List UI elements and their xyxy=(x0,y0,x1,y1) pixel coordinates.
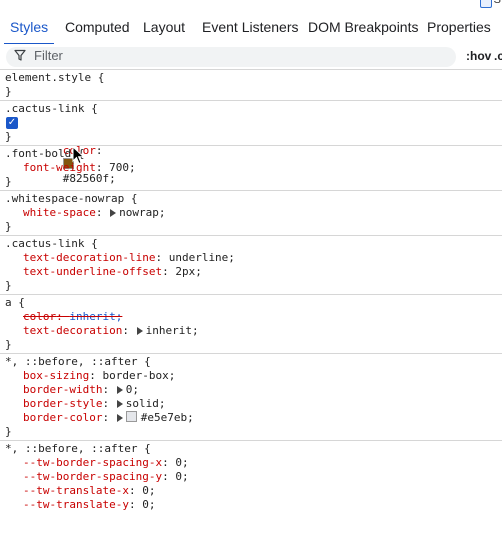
property-line-overridden: color: inherit; xyxy=(23,310,123,323)
property-name[interactable]: border-width xyxy=(23,383,102,396)
property-name[interactable]: border-style xyxy=(23,397,102,410)
property-enable-checkbox[interactable]: ✓ xyxy=(6,117,18,129)
property-name[interactable]: white-space xyxy=(23,206,96,219)
color-swatch[interactable] xyxy=(125,411,137,422)
property-line: ✓ color: #82560f; xyxy=(6,117,116,185)
style-rule: *, ::before, ::after { --tw-border-spaci… xyxy=(0,441,502,513)
property-line: --tw-translate-y: 0; xyxy=(23,498,156,511)
property-line: border-color: #e5e7eb; xyxy=(23,411,194,424)
property-name[interactable]: border-color xyxy=(23,411,102,424)
property-name[interactable]: --tw-translate-x xyxy=(23,484,129,497)
property-line: white-space: nowrap; xyxy=(23,206,166,219)
tab-computed[interactable]: Computed xyxy=(65,10,130,44)
rule-close-brace: } xyxy=(5,279,12,292)
property-value[interactable]: inherit; xyxy=(146,324,199,337)
rule-selector[interactable]: element.style { xyxy=(0,71,502,85)
rule-selector[interactable]: a { xyxy=(0,296,502,310)
rule-selector[interactable]: .cactus-link { xyxy=(0,102,502,116)
filter-placeholder: Filter xyxy=(34,48,63,63)
property-value[interactable]: #e5e7eb; xyxy=(141,411,194,424)
style-rule: .whitespace-nowrap { white-space: nowrap… xyxy=(0,191,502,236)
rule-close-brace: } xyxy=(5,175,12,188)
property-line: --tw-translate-x: 0; xyxy=(23,484,156,497)
property-line: text-decoration-line: underline; xyxy=(23,251,235,264)
property-value[interactable]: underline; xyxy=(169,251,235,264)
rule-close-brace: } xyxy=(5,85,12,98)
property-line: border-width: 0; xyxy=(23,383,139,396)
mouse-cursor-icon xyxy=(72,146,85,165)
filter-bar: Filter :hov .c xyxy=(0,44,502,70)
property-name[interactable]: --tw-border-spacing-x xyxy=(23,456,162,469)
styles-rules-pane: element.style { } .cactus-link { ✓ color… xyxy=(0,70,502,513)
rule-selector[interactable]: .whitespace-nowrap { xyxy=(0,192,502,206)
rule-selector[interactable]: *, ::before, ::after { xyxy=(0,442,502,456)
filter-icon xyxy=(14,49,26,61)
property-line: box-sizing: border-box; xyxy=(23,369,176,382)
property-value[interactable]: 0; xyxy=(142,498,155,511)
property-value[interactable]: 0; xyxy=(175,470,188,483)
property-name[interactable]: text-decoration-line xyxy=(23,251,155,264)
devtools-tab-bar: Styles Computed Layout Event Listeners D… xyxy=(0,10,502,45)
property-value[interactable]: inherit; xyxy=(69,310,122,323)
tab-styles[interactable]: Styles xyxy=(3,10,55,45)
rule-close-brace: } xyxy=(5,220,12,233)
property-line: text-underline-offset: 2px; xyxy=(23,265,202,278)
window-top-strip: S xyxy=(0,0,502,10)
property-name[interactable]: --tw-border-spacing-y xyxy=(23,470,162,483)
tab-dom-breakpoints[interactable]: DOM Breakpoints xyxy=(308,10,418,44)
property-name[interactable]: text-underline-offset xyxy=(23,265,162,278)
rule-close-brace: } xyxy=(5,338,12,351)
property-name[interactable]: text-decoration xyxy=(23,324,122,337)
style-rule: a { color: inherit; text-decoration: inh… xyxy=(0,295,502,354)
expand-triangle-icon[interactable] xyxy=(116,400,123,408)
style-rule: *, ::before, ::after { box-sizing: borde… xyxy=(0,354,502,441)
style-rule: element.style { } xyxy=(0,70,502,101)
property-name[interactable]: box-sizing xyxy=(23,369,89,382)
property-line: --tw-border-spacing-y: 0; xyxy=(23,470,189,483)
property-value[interactable]: solid; xyxy=(126,397,166,410)
class-toggle[interactable]: .c xyxy=(494,46,502,66)
property-value[interactable]: 0; xyxy=(175,456,188,469)
property-line: text-decoration: inherit; xyxy=(23,324,199,337)
rule-selector[interactable]: .cactus-link { xyxy=(0,237,502,251)
expand-triangle-icon[interactable] xyxy=(110,209,117,217)
expand-triangle-icon[interactable] xyxy=(116,414,123,422)
top-strip-label: S xyxy=(493,0,501,6)
expand-triangle-icon[interactable] xyxy=(136,327,143,335)
expand-triangle-icon[interactable] xyxy=(116,386,123,394)
property-value[interactable]: 700; xyxy=(109,161,136,174)
rule-close-brace: } xyxy=(5,425,12,438)
property-line: border-style: solid; xyxy=(23,397,166,410)
hover-state-toggle[interactable]: :hov xyxy=(466,46,491,66)
filter-input[interactable] xyxy=(6,47,456,67)
property-line: --tw-border-spacing-x: 0; xyxy=(23,456,189,469)
property-value[interactable]: 0; xyxy=(142,484,155,497)
property-value[interactable]: nowrap; xyxy=(119,206,165,219)
rule-selector[interactable]: *, ::before, ::after { xyxy=(0,355,502,369)
panel-icon xyxy=(480,0,492,8)
rule-close-brace: } xyxy=(5,130,12,143)
property-value[interactable]: 2px; xyxy=(175,265,202,278)
tab-properties[interactable]: Properties xyxy=(427,10,491,44)
style-rule: .cactus-link { ✓ color: #82560f; } xyxy=(0,101,502,185)
property-value[interactable]: 0; xyxy=(126,383,139,396)
tab-event-listeners[interactable]: Event Listeners xyxy=(202,10,299,44)
property-name[interactable]: color xyxy=(23,310,56,323)
property-value[interactable]: border-box; xyxy=(102,369,175,382)
property-name[interactable]: --tw-translate-y xyxy=(23,498,129,511)
style-rule: .cactus-link { text-decoration-line: und… xyxy=(0,236,502,295)
tab-layout[interactable]: Layout xyxy=(143,10,185,44)
